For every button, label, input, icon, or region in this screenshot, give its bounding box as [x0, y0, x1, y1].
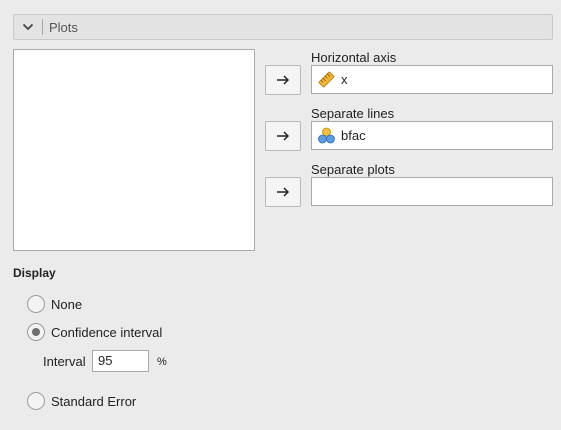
radio-confidence-interval[interactable]: Confidence interval — [27, 323, 162, 341]
interval-input[interactable]: 95 — [92, 350, 149, 372]
plots-panel-header[interactable]: Plots — [13, 14, 553, 40]
interval-unit: % — [157, 356, 167, 368]
radio-label: Confidence interval — [51, 324, 163, 340]
radio-button[interactable] — [27, 295, 45, 313]
separate-plots-field[interactable] — [311, 177, 553, 206]
move-to-separate-plots-button[interactable] — [265, 177, 301, 207]
separate-plots-label: Separate plots — [311, 162, 395, 177]
interval-label: Interval — [43, 354, 86, 369]
header-divider — [42, 19, 43, 35]
horizontal-axis-value: x — [341, 72, 348, 87]
move-to-separate-lines-button[interactable] — [265, 121, 301, 151]
chevron-down-icon[interactable] — [14, 15, 42, 39]
separate-lines-field[interactable]: bfac — [311, 121, 553, 150]
nominal-circles-icon — [318, 127, 335, 144]
radio-label: Standard Error — [51, 393, 137, 409]
horizontal-axis-label: Horizontal axis — [311, 50, 397, 65]
radio-dot — [32, 328, 40, 336]
radio-standard-error[interactable]: Standard Error — [27, 392, 136, 410]
arrow-right-icon — [277, 187, 289, 197]
arrow-right-icon — [277, 75, 289, 85]
move-to-horizontal-axis-button[interactable] — [265, 65, 301, 95]
radio-label: None — [51, 296, 83, 312]
radio-none[interactable]: None — [27, 295, 82, 313]
arrow-right-icon — [277, 131, 289, 141]
separate-lines-value: bfac — [341, 128, 366, 143]
display-section-title: Display — [13, 266, 56, 280]
ruler-icon — [318, 71, 335, 88]
radio-button[interactable] — [27, 392, 45, 410]
panel-title: Plots — [49, 19, 78, 35]
horizontal-axis-field[interactable]: x — [311, 65, 553, 94]
radio-button-selected[interactable] — [27, 323, 45, 341]
separate-lines-label: Separate lines — [311, 106, 395, 121]
available-variables-list[interactable] — [13, 49, 255, 251]
